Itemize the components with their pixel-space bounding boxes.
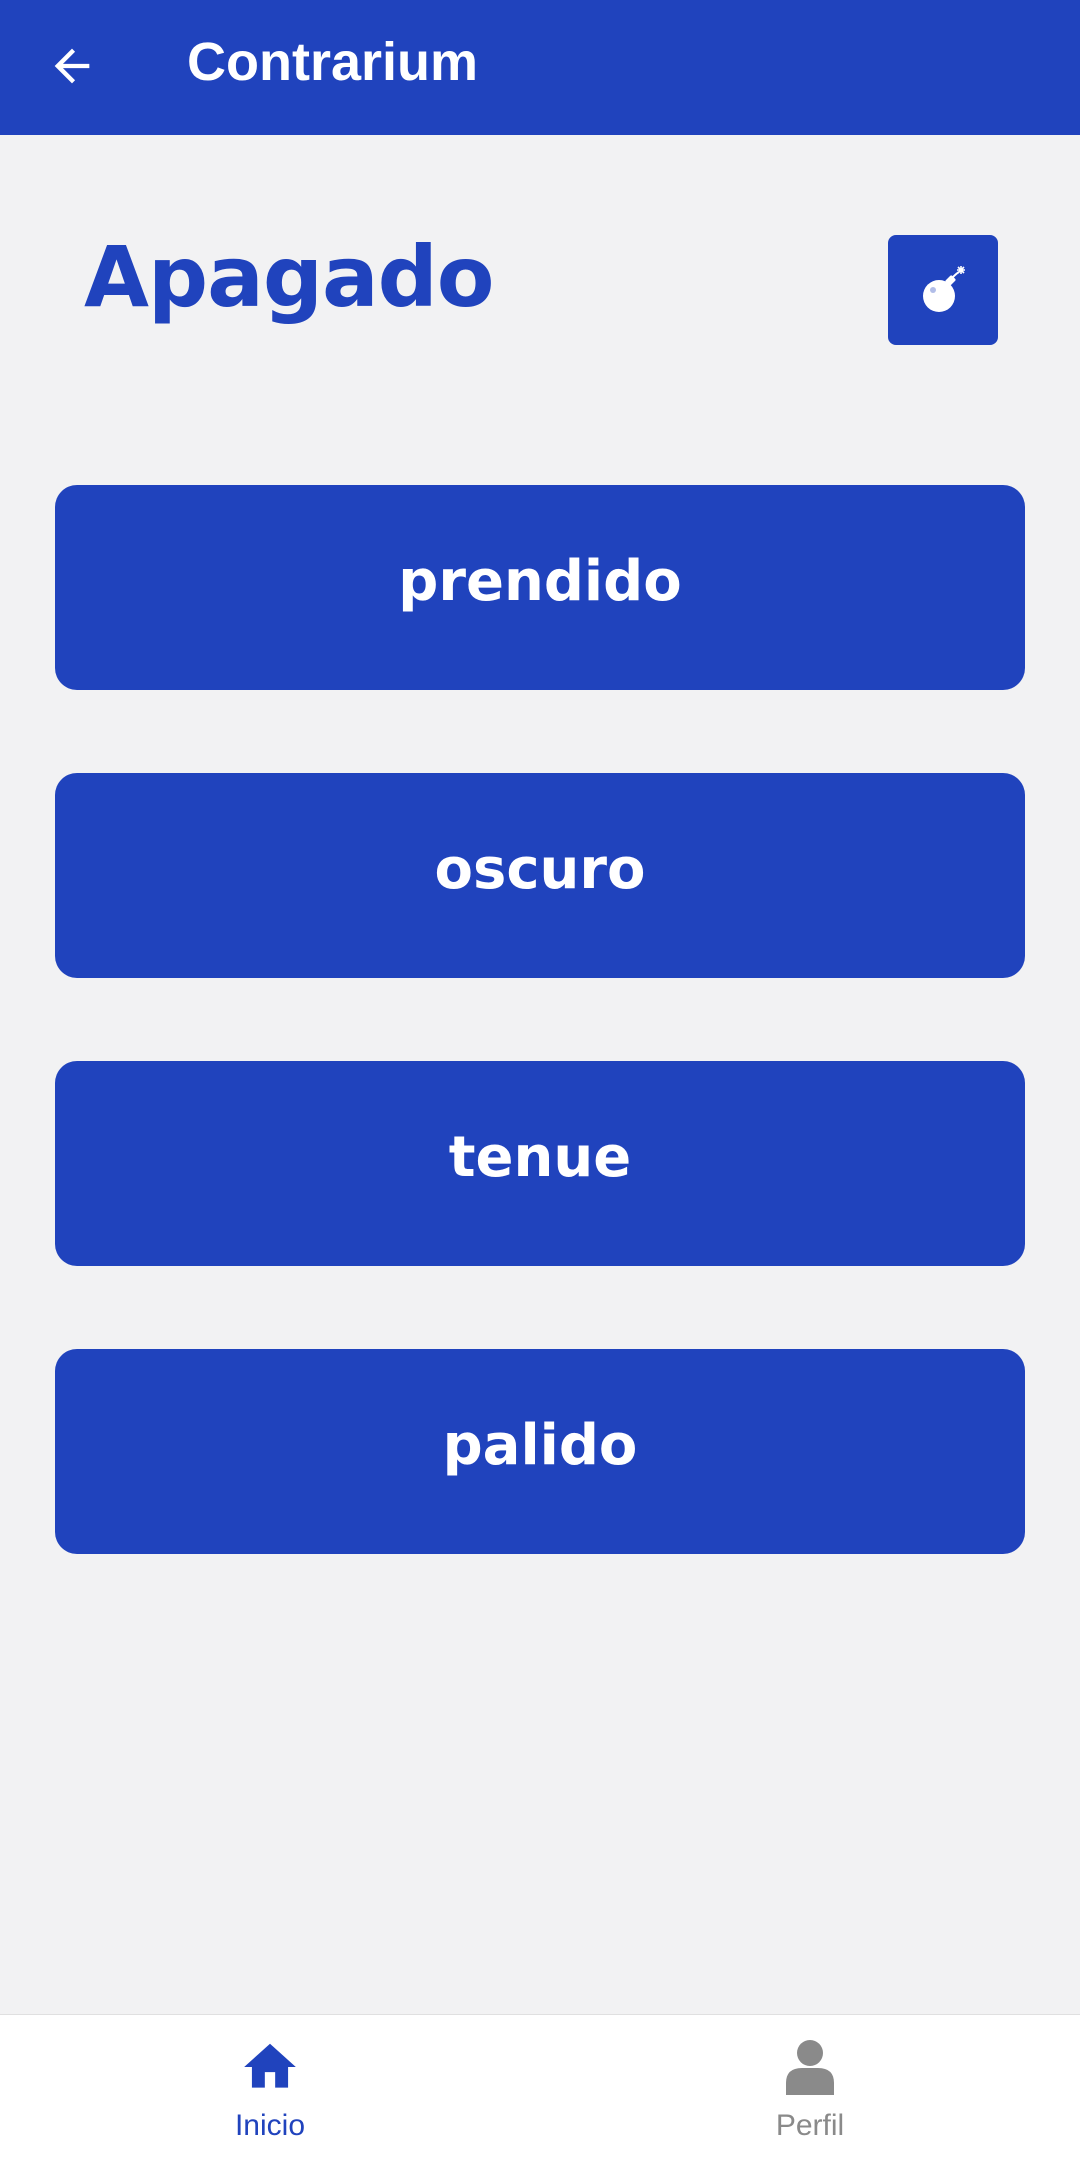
option-label: prendido [398, 549, 682, 614]
option-label: tenue [448, 1125, 632, 1190]
nav-item-inicio[interactable]: Inicio [0, 2015, 540, 2160]
option-button[interactable]: palido [55, 1349, 1025, 1554]
bomb-hint-button[interactable] [888, 235, 998, 345]
app-screen: Contrarium Apagado prendido oscuro tenue… [0, 0, 1080, 2160]
arrow-left-icon [54, 48, 90, 84]
person-icon [778, 2035, 842, 2099]
bomb-icon [923, 266, 965, 312]
option-button[interactable]: oscuro [55, 773, 1025, 978]
option-button[interactable]: tenue [55, 1061, 1025, 1266]
nav-label-perfil: Perfil [775, 2109, 845, 2142]
top-app-bar: Contrarium [0, 0, 1080, 135]
option-button[interactable]: prendido [55, 485, 1025, 690]
bottom-navigation: Inicio Perfil [0, 2014, 1080, 2160]
home-icon [238, 2035, 302, 2099]
nav-label-inicio: Inicio [234, 2109, 306, 2142]
back-button[interactable] [28, 22, 116, 110]
nav-item-perfil[interactable]: Perfil [540, 2015, 1080, 2160]
option-label: oscuro [434, 837, 646, 902]
answer-options: prendido oscuro tenue palido [55, 485, 1025, 1637]
option-label: palido [442, 1413, 638, 1478]
app-title: Contrarium [187, 32, 479, 92]
question-word: Apagado [84, 228, 494, 326]
